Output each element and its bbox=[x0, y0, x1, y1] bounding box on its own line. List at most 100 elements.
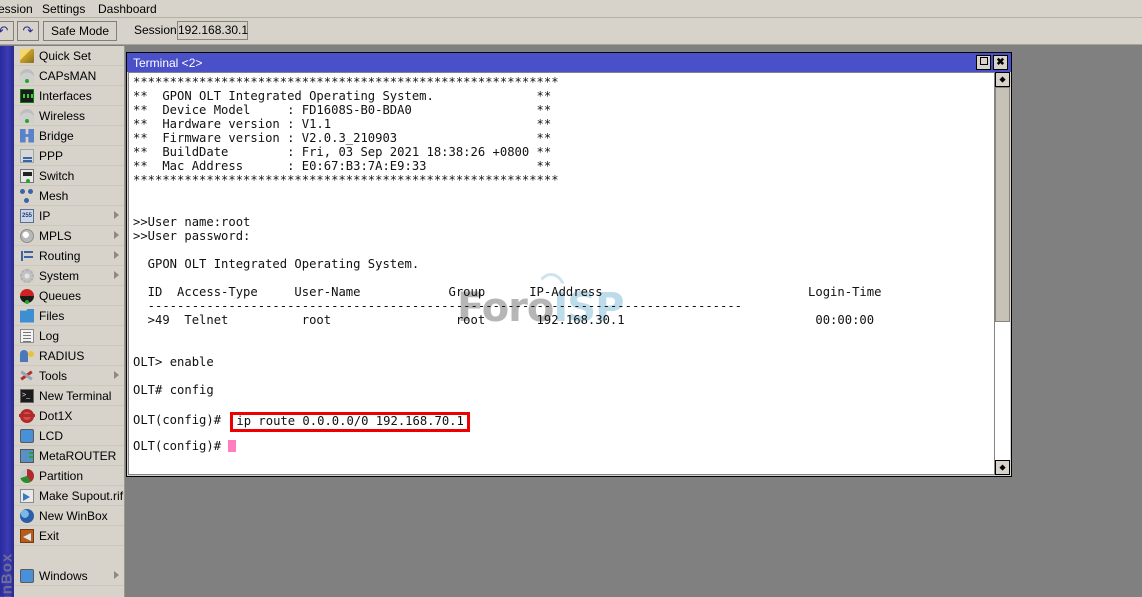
menu-item-settings[interactable]: Settings bbox=[38, 1, 89, 18]
sidebar-item-switch[interactable]: Switch bbox=[14, 166, 124, 186]
sidebar-item-label: Quick Set bbox=[39, 49, 91, 63]
terminal-banner-line: ****************************************… bbox=[133, 75, 983, 89]
sidebar-item-new-winbox[interactable]: New WinBox bbox=[14, 506, 124, 526]
sidebar-item-label: IP bbox=[39, 209, 50, 223]
mesh-icon bbox=[20, 189, 34, 203]
redo-arrow-icon[interactable]: ↷ bbox=[17, 21, 39, 41]
sidebar-item-files[interactable]: Files bbox=[14, 306, 124, 326]
sidebar-item-label: LCD bbox=[39, 429, 63, 443]
sidebar-item-tools[interactable]: Tools bbox=[14, 366, 124, 386]
menu-item-dashboard[interactable]: Dashboard bbox=[94, 1, 161, 18]
terminal-banner-line: ** Hardware version : V1.1 ** bbox=[133, 117, 983, 131]
sidebar-item-mpls[interactable]: MPLS bbox=[14, 226, 124, 246]
sidebar-spacer bbox=[14, 546, 124, 566]
sidebar-item-metarouter[interactable]: MetaROUTER bbox=[14, 446, 124, 466]
sidebar-item-label: MPLS bbox=[39, 229, 72, 243]
antenna-icon bbox=[20, 109, 34, 123]
terminal-command-text: config bbox=[170, 383, 214, 397]
sidebar-item-label: Queues bbox=[39, 289, 81, 303]
terminal-prompt: OLT> bbox=[133, 355, 170, 369]
sidebar-item-partition[interactable]: Partition bbox=[14, 466, 124, 486]
sidebar-item-label: RADIUS bbox=[39, 349, 84, 363]
sidebar-item-new-terminal[interactable]: >_New Terminal bbox=[14, 386, 124, 406]
chevron-right-icon bbox=[114, 231, 119, 239]
undo-arrow-icon[interactable]: ↶ bbox=[0, 21, 14, 41]
sidebar-item-label: Files bbox=[39, 309, 64, 323]
sidebar-item-exit[interactable]: Exit bbox=[14, 526, 124, 546]
terminal-table-header: ID Access-Type User-Name Group IP-Addres… bbox=[133, 285, 983, 299]
sidebar-item-bridge[interactable]: Bridge bbox=[14, 126, 124, 146]
terminal-session-banner: GPON OLT Integrated Operating System. bbox=[133, 257, 983, 271]
safe-mode-button[interactable]: Safe Mode bbox=[43, 21, 117, 41]
session-label: Session: bbox=[134, 23, 180, 37]
sidebar-item-label: Wireless bbox=[39, 109, 85, 123]
terminal-banner-line: ** Mac Address : E0:67:B3:7A:E9:33 ** bbox=[133, 159, 983, 173]
terminal-banner-line: ****************************************… bbox=[133, 173, 983, 187]
session-address-field[interactable]: 192.168.30.1 bbox=[177, 21, 248, 40]
terminal-blank-line bbox=[133, 243, 983, 257]
user-key-icon bbox=[20, 349, 34, 363]
scrollbar-track[interactable] bbox=[995, 87, 1010, 460]
routing-icon bbox=[20, 249, 34, 263]
monitor-icon bbox=[20, 429, 34, 443]
sidebar-item-mesh[interactable]: Mesh bbox=[14, 186, 124, 206]
sidebar-item-queues[interactable]: Queues bbox=[14, 286, 124, 306]
scroll-down-icon[interactable]: ⬥ bbox=[995, 460, 1010, 475]
terminal-scrollbar[interactable]: ⬥ ⬥ bbox=[994, 72, 1010, 475]
terminal-output-area[interactable]: ForoISP ********************************… bbox=[128, 72, 1010, 475]
terminal-command-line: OLT> enable bbox=[133, 355, 983, 369]
terminal-command-line: OLT(config)# bbox=[133, 439, 983, 453]
winbox-brand-text: WinBox bbox=[0, 555, 14, 597]
terminal-command-line: OLT# config bbox=[133, 383, 983, 397]
supout-icon bbox=[20, 489, 34, 503]
terminal-login-line: >>User name:root bbox=[133, 215, 983, 229]
sidebar-item-label: MetaROUTER bbox=[39, 449, 116, 463]
gear-icon bbox=[20, 269, 34, 283]
terminal-banner-line: ** GPON OLT Integrated Operating System.… bbox=[133, 89, 983, 103]
chevron-right-icon bbox=[114, 211, 119, 219]
sidebar-item-log[interactable]: Log bbox=[14, 326, 124, 346]
menu-bar: ession Settings Dashboard bbox=[0, 0, 1142, 18]
menu-item-session[interactable]: ession bbox=[0, 1, 37, 18]
sidebar-item-radius[interactable]: RADIUS bbox=[14, 346, 124, 366]
sidebar-item-ppp[interactable]: PPP bbox=[14, 146, 124, 166]
terminal-command-line: OLT(config)# ip route 0.0.0.0/0 192.168.… bbox=[133, 411, 983, 425]
dot1x-icon bbox=[20, 409, 34, 423]
terminal-command-text: enable bbox=[170, 355, 214, 369]
sidebar-item-interfaces[interactable]: Interfaces bbox=[14, 86, 124, 106]
terminal-banner-line: ** Device Model : FD1608S-B0-BDA0 ** bbox=[133, 103, 983, 117]
sidebar-item-make-supout-rif[interactable]: Make Supout.rif bbox=[14, 486, 124, 506]
chip-icon bbox=[20, 89, 34, 103]
sidebar-item-ip[interactable]: 255IP bbox=[14, 206, 124, 226]
terminal-prompt: OLT(config)# bbox=[133, 439, 228, 453]
sidebar-item-label: System bbox=[39, 269, 79, 283]
sidebar-item-windows[interactable]: Windows bbox=[14, 566, 124, 586]
sidebar-item-label: Dot1X bbox=[39, 409, 72, 423]
sidebar-item-system[interactable]: System bbox=[14, 266, 124, 286]
queues-icon bbox=[20, 289, 34, 303]
close-icon[interactable]: ✖ bbox=[993, 55, 1008, 70]
maximize-icon[interactable] bbox=[976, 55, 991, 70]
scrollbar-thumb[interactable] bbox=[995, 87, 1010, 322]
sidebar-item-label: Interfaces bbox=[39, 89, 92, 103]
mpls-icon bbox=[20, 229, 34, 243]
sidebar-item-wireless[interactable]: Wireless bbox=[14, 106, 124, 126]
sidebar-item-label: Routing bbox=[39, 249, 80, 263]
sidebar-item-label: Exit bbox=[39, 529, 59, 543]
switch-icon bbox=[20, 169, 34, 183]
terminal-title: Terminal <2> bbox=[133, 56, 202, 70]
terminal-text: ****************************************… bbox=[133, 75, 983, 453]
sidebar-item-dot1x[interactable]: Dot1X bbox=[14, 406, 124, 426]
sidebar-item-lcd[interactable]: LCD bbox=[14, 426, 124, 446]
terminal-blank-line bbox=[133, 397, 983, 411]
sidebar-item-capsman[interactable]: CAPsMAN bbox=[14, 66, 124, 86]
scroll-up-icon[interactable]: ⬥ bbox=[995, 72, 1010, 87]
sidebar-item-label: Log bbox=[39, 329, 59, 343]
chevron-right-icon bbox=[114, 251, 119, 259]
winbox-icon bbox=[20, 509, 34, 523]
pencil-icon bbox=[20, 49, 34, 63]
sidebar-item-quick-set[interactable]: Quick Set bbox=[14, 46, 124, 66]
sidebar-item-routing[interactable]: Routing bbox=[14, 246, 124, 266]
terminal-table-divider: ----------------------------------------… bbox=[133, 299, 983, 313]
terminal-title-bar[interactable]: Terminal <2> ✖ bbox=[127, 53, 1011, 72]
